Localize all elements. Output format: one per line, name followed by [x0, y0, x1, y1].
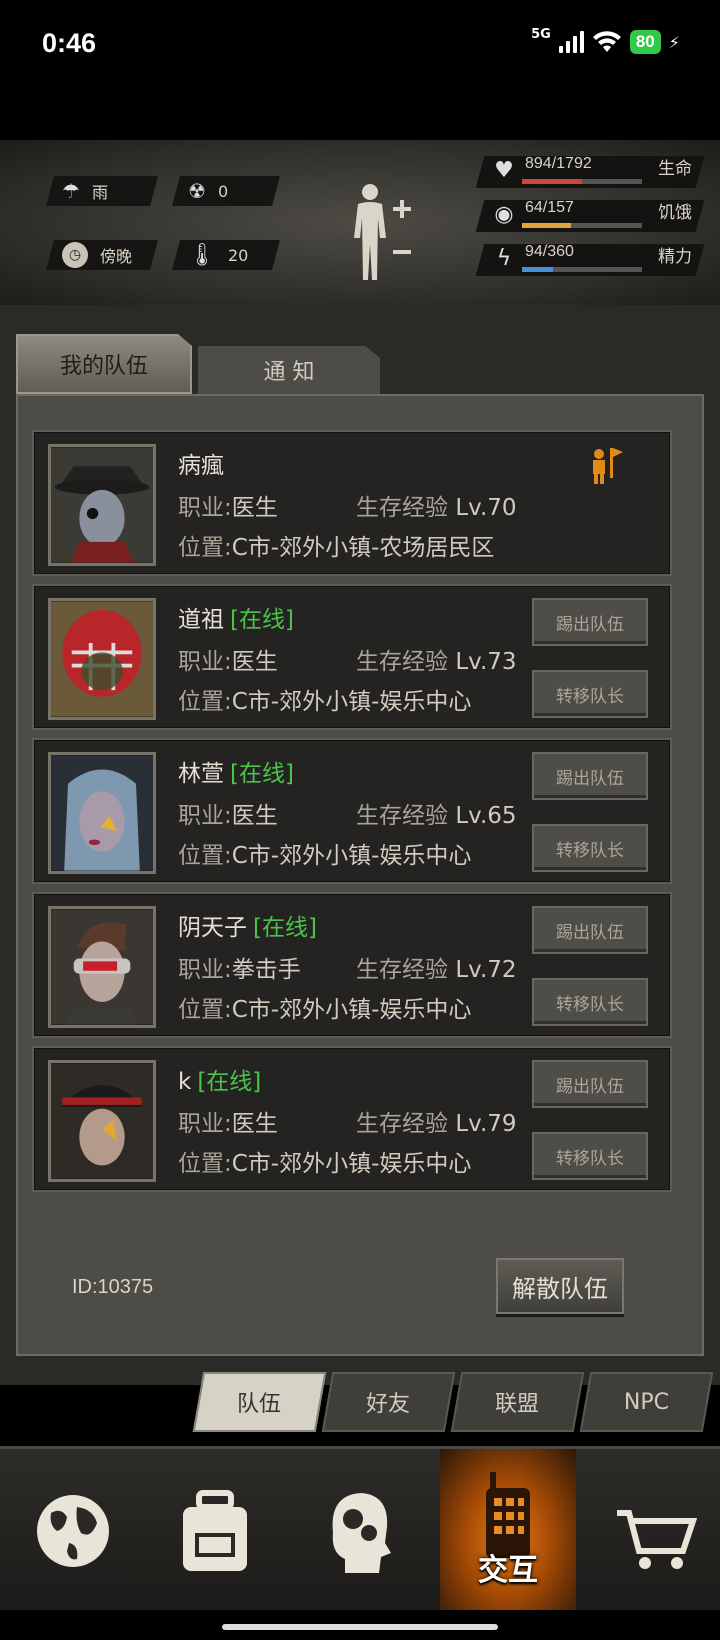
- member-location: C市-郊外小镇-娱乐中心: [231, 997, 472, 1023]
- subtab-alliance[interactable]: 联盟: [450, 1372, 585, 1432]
- subtab-friends[interactable]: 好友: [321, 1372, 456, 1432]
- backpack-icon: [183, 1490, 247, 1571]
- nav-interact[interactable]: 交互: [440, 1449, 576, 1613]
- weather-stat: ☂ 雨: [45, 176, 159, 206]
- member-card: k [在线] 职业:医生 生存经验 Lv.79 位置:C市-郊外小镇-娱乐中心 踢…: [32, 1046, 672, 1192]
- hunger-vital: ◉ 64/157 饥饿: [475, 196, 705, 232]
- transfer-leader-button[interactable]: 转移队长: [532, 1132, 648, 1180]
- nav-backpack[interactable]: [150, 1449, 280, 1613]
- home-indicator[interactable]: [222, 1624, 498, 1630]
- online-status: [在线]: [230, 607, 294, 633]
- health-vital: ♥ 894/1792 生命: [475, 152, 705, 188]
- status-bar: 0:46 5G 80 ⚡: [0, 0, 720, 140]
- radiation-stat: ☢ 0: [171, 176, 281, 206]
- member-avatar: [48, 444, 156, 566]
- member-card: 道祖 [在线] 职业:医生 生存经验 Lv.73 位置:C市-郊外小镇-娱乐中心 …: [32, 584, 672, 730]
- member-level: Lv.73: [455, 649, 517, 675]
- kick-button[interactable]: 踢出队伍: [532, 1060, 648, 1108]
- stats-header: ☂ 雨 ☢ 0 ◷ 傍晚 🌡︎ 20 ♥ 894/1792 生命 ◉ 64/15…: [0, 140, 720, 305]
- online-status: [在线]: [230, 761, 294, 787]
- battery-indicator: 80: [629, 30, 661, 54]
- charging-icon: ⚡: [668, 32, 680, 52]
- subtab-npc[interactable]: NPC: [579, 1372, 714, 1432]
- member-job: 医生: [231, 495, 278, 521]
- tab-my-team[interactable]: 我的队伍: [16, 334, 192, 394]
- bottom-nav: 交互: [0, 1446, 720, 1613]
- online-status: [在线]: [253, 915, 317, 941]
- nav-shop[interactable]: [590, 1449, 720, 1613]
- rain-cloud-icon: ☂: [62, 179, 80, 203]
- transfer-leader-button[interactable]: 转移队长: [532, 670, 648, 718]
- member-avatar: [48, 906, 156, 1028]
- member-name: 道祖: [178, 607, 224, 633]
- cart-icon: [617, 1510, 697, 1569]
- signal-icon: [558, 31, 584, 53]
- member-level: Lv.70: [455, 495, 517, 521]
- member-location: C市-郊外小镇-娱乐中心: [231, 843, 472, 869]
- member-avatar: [48, 752, 156, 874]
- member-level: Lv.65: [455, 803, 517, 829]
- member-job: 医生: [231, 1111, 278, 1137]
- member-card: 林萱 [在线] 职业:医生 生存经验 Lv.65 位置:C市-郊外小镇-娱乐中心 …: [32, 738, 672, 884]
- member-level: Lv.79: [455, 1111, 517, 1137]
- member-card: 病瘋 职业:医生 生存经验 Lv.70 位置:C市-郊外小镇-农场居民区: [32, 430, 672, 576]
- clock: 0:46: [42, 28, 97, 58]
- transfer-leader-button[interactable]: 转移队长: [532, 824, 648, 872]
- kick-button[interactable]: 踢出队伍: [532, 906, 648, 954]
- body-status-icon[interactable]: [350, 180, 420, 285]
- thermometer-icon: 🌡︎: [188, 242, 216, 268]
- subtab-team[interactable]: 队伍: [192, 1372, 327, 1432]
- nav-skills[interactable]: [292, 1449, 422, 1613]
- member-avatar: [48, 598, 156, 720]
- brain-bolt-icon: ϟ: [496, 246, 512, 271]
- hunger-bar: [522, 223, 571, 228]
- member-location: C市-郊外小镇-娱乐中心: [231, 1151, 472, 1177]
- transfer-leader-button[interactable]: 转移队长: [532, 978, 648, 1026]
- nav-world[interactable]: [8, 1449, 138, 1613]
- clock-icon: ◷: [62, 242, 88, 268]
- kick-button[interactable]: 踢出队伍: [532, 752, 648, 800]
- globe-icon: [37, 1495, 109, 1567]
- social-subtabs: 队伍 好友 联盟 NPC: [192, 1372, 714, 1432]
- head-gears-icon: [332, 1493, 391, 1573]
- disband-team-button[interactable]: 解散队伍: [496, 1258, 624, 1314]
- member-job: 拳击手: [231, 957, 301, 983]
- nav-interact-label: 交互: [478, 1553, 538, 1588]
- heart-icon: ♥: [494, 158, 514, 183]
- energy-bar: [522, 267, 554, 272]
- network-type: 5G: [531, 26, 551, 42]
- leader-flag-icon: [593, 448, 623, 484]
- member-location: C市-郊外小镇-娱乐中心: [231, 689, 472, 715]
- radiation-icon: ☢: [188, 179, 206, 203]
- tab-notice[interactable]: 通 知: [198, 346, 380, 394]
- member-avatar: [48, 1060, 156, 1182]
- member-card: 阴天子 [在线] 职业:拳击手 生存经验 Lv.72 位置:C市-郊外小镇-娱乐中…: [32, 892, 672, 1038]
- energy-vital: ϟ 94/360 精力: [475, 240, 705, 276]
- team-id: ID:10375: [72, 1276, 154, 1298]
- time-stat: ◷ 傍晚: [45, 240, 159, 270]
- online-status: [在线]: [197, 1069, 262, 1095]
- health-bar: [522, 179, 582, 184]
- stomach-icon: ◉: [494, 202, 514, 227]
- member-name: 林萱: [178, 761, 224, 787]
- temperature-stat: 🌡︎ 20: [171, 240, 281, 270]
- member-name: k: [178, 1069, 192, 1095]
- wifi-icon: [592, 31, 621, 52]
- member-job: 医生: [231, 803, 278, 829]
- member-name: 病瘋: [178, 453, 224, 479]
- member-level: Lv.72: [455, 957, 517, 983]
- member-name: 阴天子: [178, 915, 247, 941]
- kick-button[interactable]: 踢出队伍: [532, 598, 648, 646]
- member-list[interactable]: 病瘋 职业:医生 生存经验 Lv.70 位置:C市-郊外小镇-农场居民区 道祖[…: [32, 430, 672, 1200]
- member-job: 医生: [231, 649, 278, 675]
- member-location: C市-郊外小镇-农场居民区: [231, 535, 495, 561]
